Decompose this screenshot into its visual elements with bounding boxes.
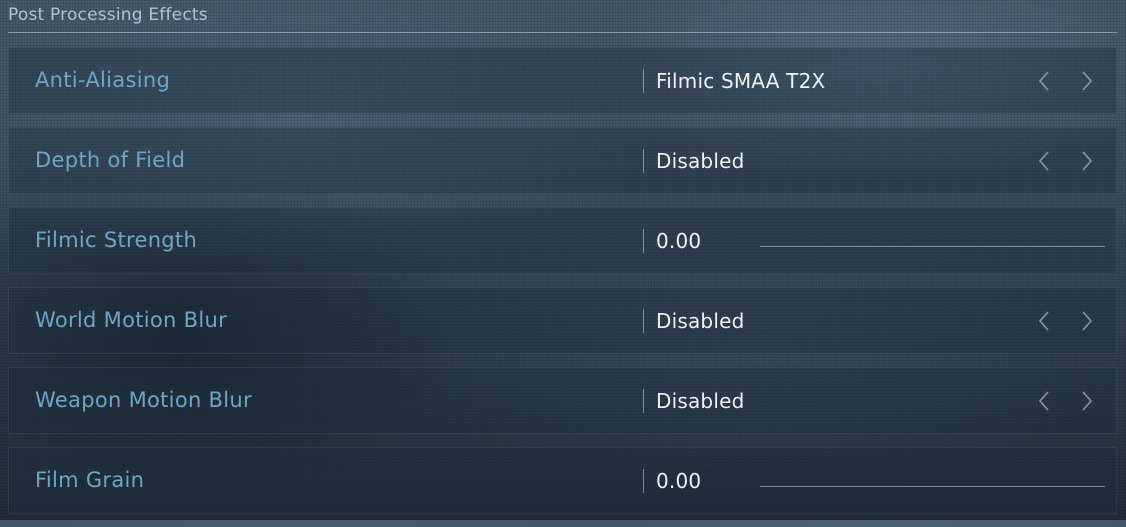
setting-value: 0.00 (656, 229, 702, 253)
divider (643, 389, 644, 413)
setting-label: Film Grain (35, 468, 145, 492)
slider-track[interactable] (760, 246, 1105, 247)
divider (643, 469, 644, 493)
divider (643, 229, 644, 253)
slider-track[interactable] (760, 486, 1105, 487)
setting-value: Disabled (656, 149, 745, 173)
section-header: Post Processing Effects (8, 2, 1117, 33)
divider (643, 149, 644, 173)
settings-list: Anti-Aliasing Filmic SMAA T2X Depth of F… (8, 47, 1117, 527)
divider (643, 69, 644, 93)
section-title: Post Processing Effects (8, 5, 208, 25)
setting-value: Disabled (656, 389, 745, 413)
setting-row-world-motion-blur[interactable]: World Motion Blur Disabled (8, 287, 1117, 354)
chevron-left-icon[interactable] (1035, 150, 1055, 172)
setting-label: Weapon Motion Blur (35, 388, 252, 412)
chevron-left-icon[interactable] (1035, 310, 1055, 332)
chevron-right-icon[interactable] (1076, 70, 1096, 92)
chevron-right-icon[interactable] (1076, 310, 1096, 332)
chevron-right-icon[interactable] (1076, 150, 1096, 172)
setting-label: Anti-Aliasing (35, 68, 171, 92)
chevron-left-icon[interactable] (1035, 390, 1055, 412)
setting-row-depth-of-field[interactable]: Depth of Field Disabled (8, 127, 1117, 194)
setting-row-filmic-strength[interactable]: Filmic Strength 0.00 (8, 207, 1117, 274)
setting-label: Filmic Strength (35, 228, 198, 252)
setting-row-anti-aliasing[interactable]: Anti-Aliasing Filmic SMAA T2X (8, 47, 1117, 114)
setting-value: Filmic SMAA T2X (656, 69, 826, 93)
setting-row-weapon-motion-blur[interactable]: Weapon Motion Blur Disabled (8, 367, 1117, 434)
setting-value: 0.00 (656, 469, 702, 493)
chevron-right-icon[interactable] (1076, 390, 1096, 412)
setting-value: Disabled (656, 309, 745, 333)
divider (643, 309, 644, 333)
setting-row-film-grain[interactable]: Film Grain 0.00 (8, 447, 1117, 514)
setting-label: Depth of Field (35, 148, 186, 172)
chevron-left-icon[interactable] (1035, 70, 1055, 92)
setting-label: World Motion Blur (35, 308, 228, 332)
